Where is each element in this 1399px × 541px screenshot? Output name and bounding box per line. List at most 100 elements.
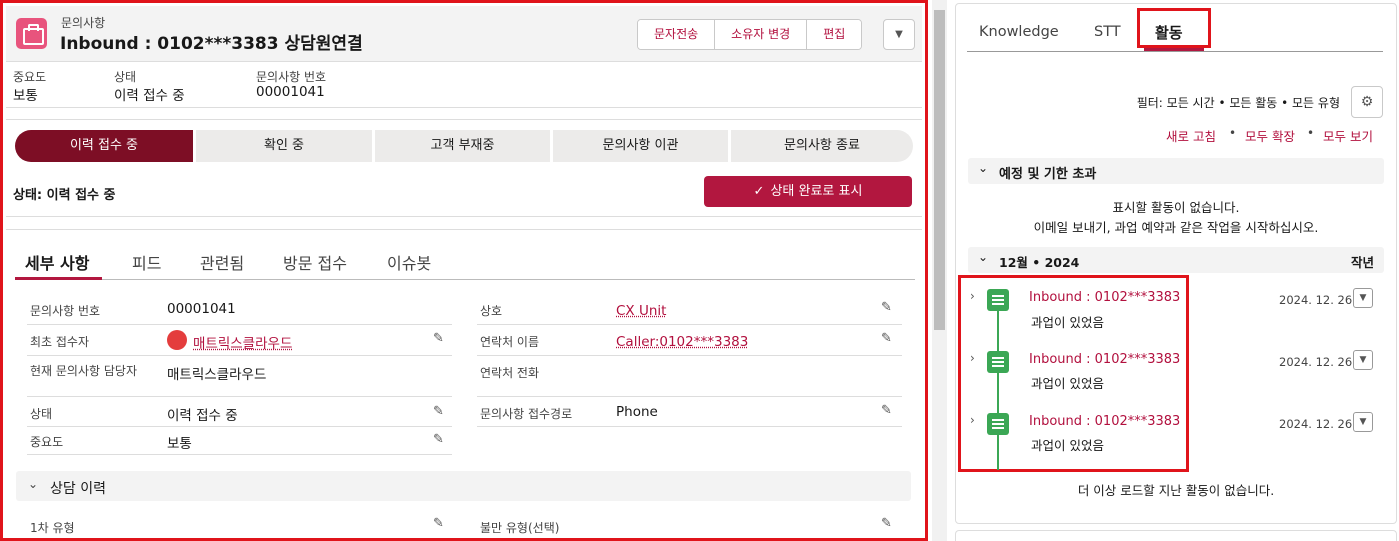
activity-menu-chevron-icon[interactable]: ▼ <box>1353 350 1373 370</box>
avatar <box>167 330 187 350</box>
tab-details[interactable]: 세부 사항 <box>25 250 89 274</box>
field-divider <box>477 324 902 325</box>
empty-text-1: 표시할 활동이 없습니다. <box>1112 200 1240 215</box>
briefcase-icon <box>16 18 47 49</box>
chevron-down-icon: ⌄ <box>978 250 989 264</box>
edit-pencil-icon[interactable]: ✎ <box>433 405 446 418</box>
more-actions-chevron-icon[interactable]: ▼ <box>883 19 915 50</box>
scrollbar-thumb[interactable] <box>934 10 945 330</box>
edit-pencil-icon[interactable]: ✎ <box>881 517 894 530</box>
field-label: 연락처 이름 <box>480 335 540 349</box>
tab-related[interactable]: 관련됨 <box>200 250 244 274</box>
tab-activity[interactable]: 활동 <box>1155 22 1183 43</box>
field-label: 1차 유형 <box>30 521 75 535</box>
task-icon <box>987 351 1009 373</box>
status-path: 이력 접수 중 확인 중 고객 부재중 문의사항 이관 문의사항 종료 <box>15 130 916 162</box>
highlight-value-status: 이력 접수 중 <box>114 88 185 104</box>
field-divider <box>27 355 452 356</box>
activity-date: 2024. 12. 26. <box>1279 355 1356 369</box>
expand-chevron-right-icon[interactable]: › <box>970 289 975 303</box>
counsel-section-header[interactable]: ⌄ 상담 이력 <box>16 471 911 501</box>
separator-dot: • <box>1307 126 1315 140</box>
check-icon: ✓ <box>753 184 765 199</box>
field-label: 현재 문의사항 담당자 <box>30 364 137 378</box>
field-label: 문의사항 접수경로 <box>480 407 573 421</box>
timeline-line <box>997 308 999 470</box>
right-tabs-underline <box>967 51 1383 52</box>
field-divider <box>27 324 452 325</box>
separator-dot: • <box>1229 126 1237 140</box>
highlight-value-priority: 보통 <box>13 88 38 104</box>
activity-title-link[interactable]: Inbound : 0102***3383 <box>1029 414 1180 429</box>
activity-desc: 과업이 있었음 <box>1031 315 1104 330</box>
change-owner-button[interactable]: 소유자 변경 <box>715 20 808 49</box>
highlight-label-status: 상태 <box>114 70 137 84</box>
expand-all-link[interactable]: 모두 확장 <box>1245 126 1295 145</box>
sms-button[interactable]: 문자전송 <box>638 20 716 49</box>
activity-menu-chevron-icon[interactable]: ▼ <box>1353 412 1373 432</box>
field-value: Phone <box>616 404 658 420</box>
field-divider <box>27 396 452 397</box>
mark-complete-button[interactable]: ✓ 상태 완료로 표시 <box>704 176 912 207</box>
detail-tabs: 세부 사항 피드 관련됨 방문 접수 이슈봇 <box>15 246 915 280</box>
page-title: Inbound : 0102***3383 상담원연결 <box>60 34 363 54</box>
path-step-3[interactable]: 고객 부재중 <box>375 130 550 162</box>
tab-visit[interactable]: 방문 접수 <box>283 250 347 274</box>
divider <box>6 216 922 217</box>
divider <box>6 119 922 120</box>
active-tab-indicator <box>1144 48 1204 51</box>
field-label: 중요도 <box>30 435 64 449</box>
refresh-link[interactable]: 새로 고침 <box>1166 126 1216 145</box>
tab-stt[interactable]: STT <box>1094 24 1121 40</box>
empty-text-2: 이메일 보내기, 과업 예약과 같은 작업을 시작하십시오. <box>1033 220 1319 235</box>
tab-knowledge[interactable]: Knowledge <box>979 24 1059 40</box>
field-divider <box>477 355 902 356</box>
field-label: 불만 유형(선택) <box>480 521 560 535</box>
tab-feed[interactable]: 피드 <box>132 250 161 274</box>
edit-pencil-icon[interactable]: ✎ <box>433 332 446 345</box>
field-divider <box>27 454 452 455</box>
edit-pencil-icon[interactable]: ✎ <box>433 517 446 530</box>
field-value: 보통 <box>167 436 192 452</box>
account-link[interactable]: CX Unit <box>616 303 666 319</box>
header-button-group: 문자전송 소유자 변경 편집 <box>637 19 863 50</box>
activity-filter-text: 필터: 모든 시간 • 모든 활동 • 모든 유형 <box>1136 96 1340 110</box>
filter-gear-icon[interactable]: ⚙ <box>1351 86 1383 118</box>
chevron-down-icon: ⌄ <box>28 477 39 491</box>
edit-pencil-icon[interactable]: ✎ <box>881 301 894 314</box>
field-label: 상호 <box>480 304 503 318</box>
path-step-4[interactable]: 문의사항 이관 <box>553 130 728 162</box>
first-receiver-link[interactable]: 매트릭스클라우드 <box>193 332 292 352</box>
activity-menu-chevron-icon[interactable]: ▼ <box>1353 288 1373 308</box>
field-label: 연락처 전화 <box>480 366 540 380</box>
edit-pencil-icon[interactable]: ✎ <box>881 404 894 417</box>
highlight-label-number: 문의사항 번호 <box>256 70 327 84</box>
upcoming-section-header[interactable]: ⌄ 예정 및 기한 초과 <box>968 158 1384 184</box>
month-title: 12월 • 2024 <box>999 255 1080 270</box>
edit-button[interactable]: 편집 <box>807 20 862 49</box>
task-icon <box>987 289 1009 311</box>
field-value: 00001041 <box>167 301 236 317</box>
edit-pencil-icon[interactable]: ✎ <box>433 433 446 446</box>
chevron-down-icon: ⌄ <box>978 161 989 175</box>
expand-chevron-right-icon[interactable]: › <box>970 413 975 427</box>
upcoming-title: 예정 및 기한 초과 <box>999 167 1097 182</box>
task-icon <box>987 413 1009 435</box>
path-step-2[interactable]: 확인 중 <box>196 130 372 162</box>
activity-desc: 과업이 있었음 <box>1031 438 1104 453</box>
active-tab-indicator <box>15 277 102 280</box>
expand-chevron-right-icon[interactable]: › <box>970 351 975 365</box>
activity-title-link[interactable]: Inbound : 0102***3383 <box>1029 290 1180 305</box>
view-all-link[interactable]: 모두 보기 <box>1323 126 1373 145</box>
edit-pencil-icon[interactable]: ✎ <box>881 332 894 345</box>
tab-issuebot[interactable]: 이슈봇 <box>387 250 431 274</box>
mark-complete-label: 상태 완료로 표시 <box>770 184 863 199</box>
month-section-header[interactable]: ⌄ 12월 • 2024 작년 <box>968 247 1384 273</box>
field-divider <box>477 396 902 397</box>
contact-link[interactable]: Caller:0102***3383 <box>616 334 748 350</box>
activity-title-link[interactable]: Inbound : 0102***3383 <box>1029 352 1180 367</box>
path-step-1[interactable]: 이력 접수 중 <box>15 130 193 162</box>
path-step-5[interactable]: 문의사항 종료 <box>731 130 913 162</box>
activity-date: 2024. 12. 26. <box>1279 293 1356 307</box>
activity-date: 2024. 12. 26. <box>1279 417 1356 431</box>
